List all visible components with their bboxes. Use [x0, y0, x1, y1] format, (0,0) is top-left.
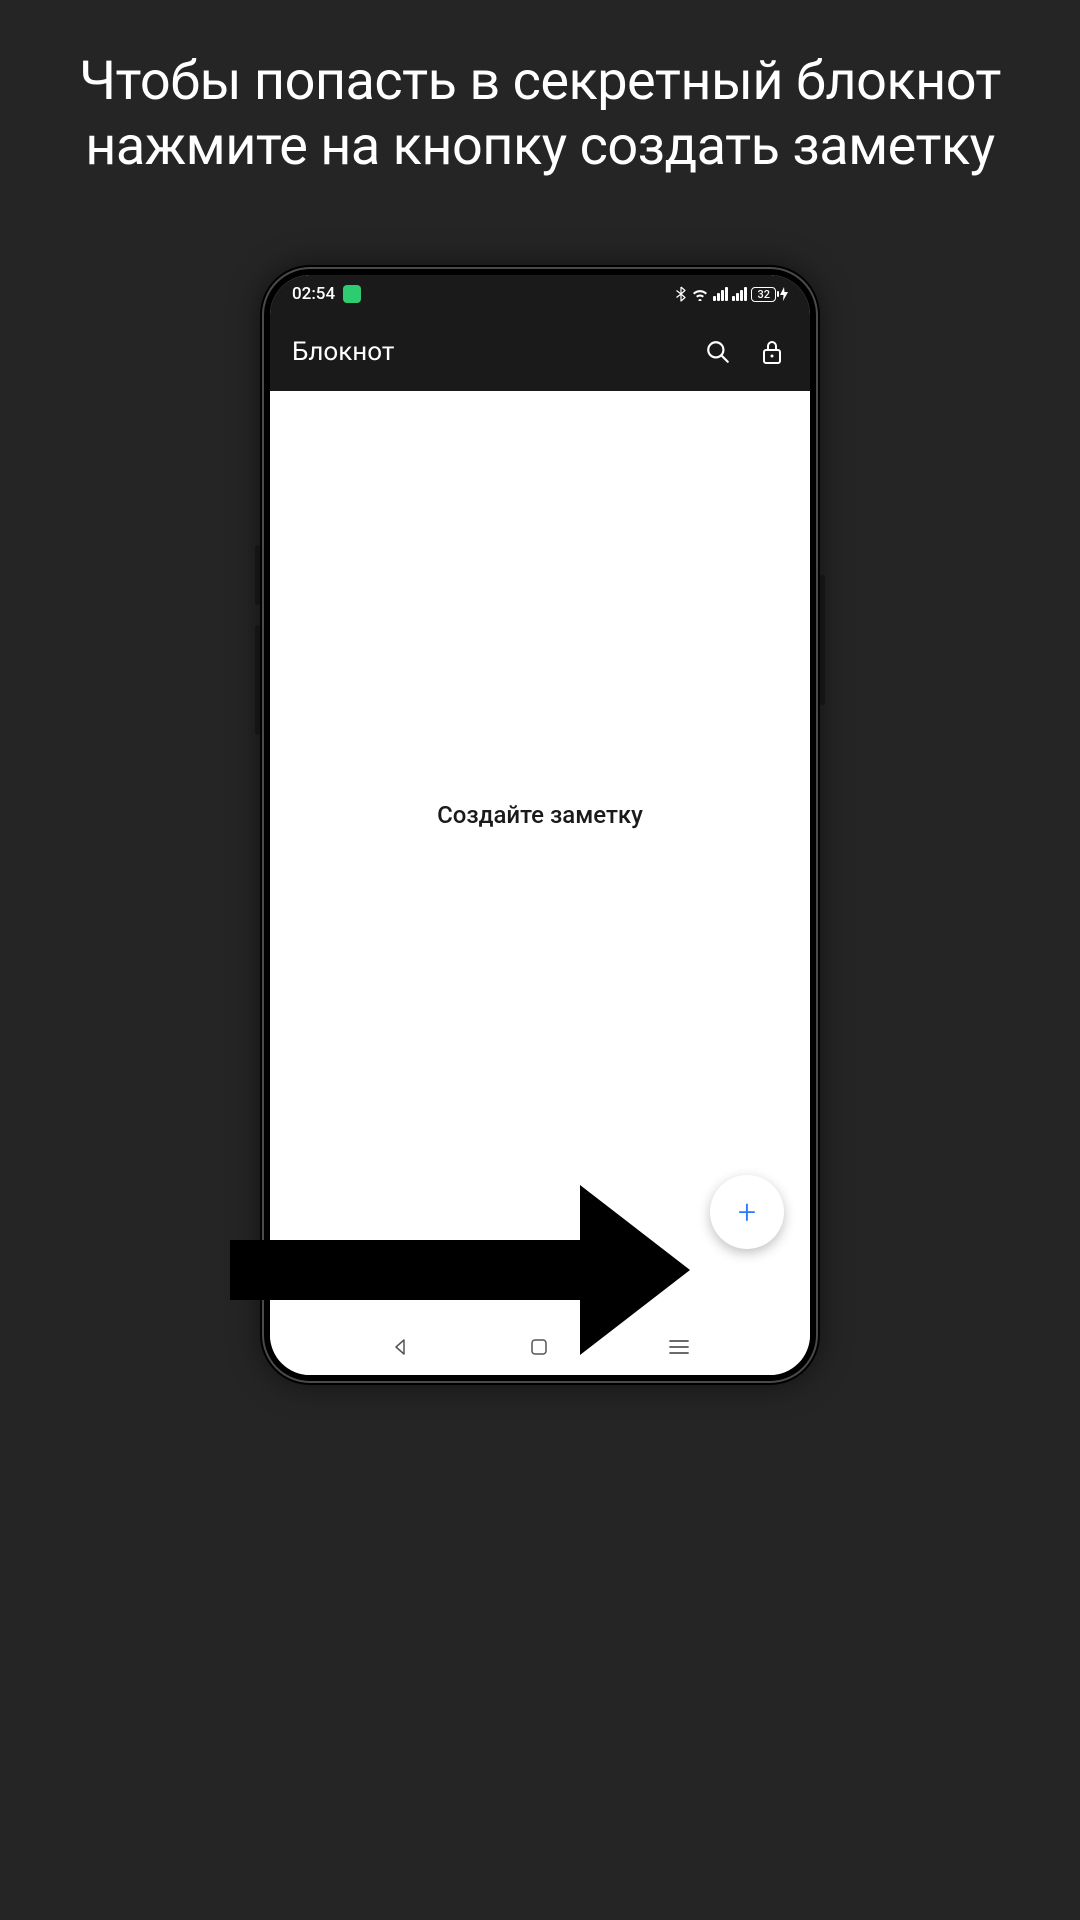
phone-power-button	[820, 575, 825, 705]
lock-button[interactable]	[756, 336, 788, 368]
status-bar: 02:54 32	[270, 275, 810, 313]
app-title: Блокнот	[292, 337, 680, 367]
signal-bars-2-icon	[732, 287, 747, 301]
nav-back-icon[interactable]	[390, 1337, 410, 1357]
notes-content-area: Создайте заметку +	[270, 391, 810, 1319]
nav-home-icon[interactable]	[529, 1337, 549, 1357]
search-button[interactable]	[702, 336, 734, 368]
app-bar: Блокнот	[270, 313, 810, 391]
create-note-fab[interactable]: +	[710, 1175, 784, 1249]
plus-icon: +	[738, 1196, 756, 1228]
wifi-icon	[691, 287, 709, 301]
phone-mockup: 02:54 32	[260, 265, 820, 1385]
status-time: 02:54	[292, 284, 335, 304]
battery-level-icon: 32	[751, 287, 776, 302]
search-icon	[705, 339, 731, 365]
promo-caption: Чтобы попасть в секретный блокнот нажмит…	[0, 0, 1080, 180]
system-nav-bar	[270, 1319, 810, 1375]
charging-icon	[780, 287, 788, 301]
battery-saver-icon	[343, 285, 361, 303]
empty-state-text: Создайте заметку	[437, 801, 643, 829]
signal-bars-1-icon	[713, 287, 728, 301]
lock-icon	[760, 339, 784, 365]
bluetooth-icon	[675, 286, 687, 302]
nav-recents-icon[interactable]	[668, 1339, 690, 1355]
